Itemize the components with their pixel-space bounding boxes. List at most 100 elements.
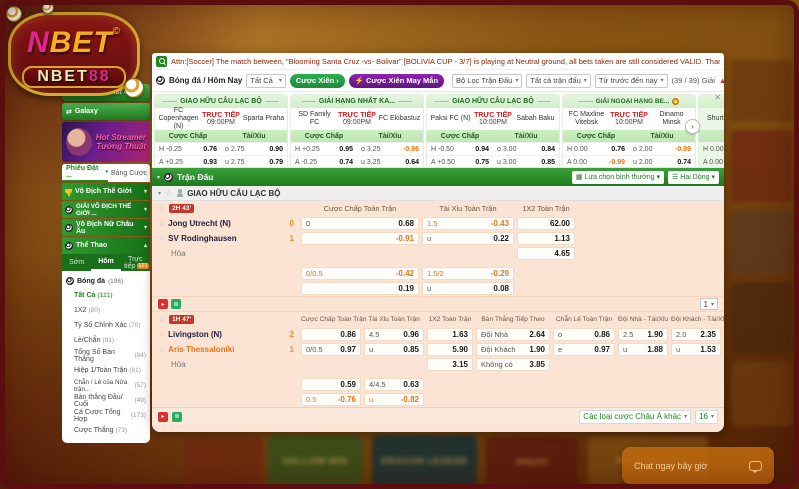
- sidebar-item-mix-bets[interactable]: Cá Cược Tổng Hợp(173): [62, 408, 150, 423]
- nbet88-logo[interactable]: NBET© NBET88: [8, 12, 140, 96]
- odds-cell[interactable]: 0.79: [261, 159, 287, 166]
- odds-cell[interactable]: 00.68: [301, 217, 419, 230]
- odds-cell[interactable]: 0/0.5-0.42: [301, 267, 419, 280]
- odds-cell[interactable]: 0/0.50.97: [301, 343, 361, 356]
- market-filter-select[interactable]: Tất Cả▾: [246, 74, 286, 88]
- odds-cell[interactable]: u0.85: [364, 343, 424, 356]
- odds-cell[interactable]: 0.84: [533, 146, 559, 153]
- favorite-star-icon[interactable]: ☆: [158, 219, 165, 228]
- live-stream-icon[interactable]: ▸: [158, 299, 168, 309]
- odds-cell[interactable]: 0.86: [301, 328, 361, 341]
- stats-icon[interactable]: ≣: [172, 412, 182, 422]
- odds-cell[interactable]: 4/4.50.63: [364, 378, 424, 391]
- date-range-select[interactable]: Từ trước đến nay▾: [595, 74, 668, 88]
- odds-cell[interactable]: 0.19: [301, 282, 419, 295]
- sidebar-item-outright[interactable]: Cược Thắng(73): [62, 423, 150, 438]
- odds-cell[interactable]: 0.90: [261, 146, 287, 153]
- favorite-star-icon[interactable]: ☆: [158, 204, 165, 213]
- odds-cell[interactable]: 1.5-0.43: [422, 217, 514, 230]
- tab-bet-board[interactable]: Bảng Cược: [108, 170, 150, 177]
- mix-parlay-button[interactable]: Cược Xiên›: [290, 74, 345, 88]
- odds-cell[interactable]: 4.65: [517, 247, 575, 260]
- carousel-next-button[interactable]: ›: [685, 119, 700, 134]
- chevron-down-icon[interactable]: ▾: [157, 174, 160, 181]
- tab-bet-slip[interactable]: Phiếu Đặt ...▾: [62, 164, 108, 182]
- sidebar-item-correct-score[interactable]: Tỷ Số Chính Xác(70): [62, 318, 150, 333]
- odds-cell[interactable]: u-0.82: [364, 393, 424, 406]
- odds-cell[interactable]: 62.00: [517, 217, 575, 230]
- hot-streamer-banner[interactable]: Hot StreamerTường Thuật: [62, 122, 150, 162]
- odds-cell[interactable]: 1.13: [517, 232, 575, 245]
- league-header[interactable]: ▾ ☆ GIAO HỮU CÂU LẠC BỘ: [152, 186, 724, 201]
- odds-cell[interactable]: 2.02.35: [671, 328, 721, 341]
- odds-cell[interactable]: -0.96: [397, 146, 423, 153]
- odds-cell[interactable]: 5.90: [427, 343, 473, 356]
- favorite-star-icon[interactable]: ☆: [158, 330, 165, 339]
- favorite-star-icon[interactable]: ☆: [158, 234, 165, 243]
- sidebar-item-all[interactable]: Tất Cả(121): [62, 288, 150, 303]
- odds-cell[interactable]: Đội Khách1.90: [476, 343, 550, 356]
- bet-count-select[interactable]: 16▾: [695, 410, 718, 424]
- sidebar-galaxy-button[interactable]: ⇄Galaxy: [62, 103, 150, 120]
- featured-match-card[interactable]: GIAO HỮU CÂU LẠC BỘ FC Copenhagen (N) TR…: [154, 94, 288, 168]
- odds-cell[interactable]: -0.99: [669, 146, 695, 153]
- odds-cell[interactable]: 0.74: [669, 159, 695, 166]
- tab-live[interactable]: Trực tiếp121: [121, 256, 150, 270]
- odds-cell[interactable]: 0.76: [195, 146, 221, 153]
- odds-cell[interactable]: u0.22: [422, 232, 514, 245]
- featured-match-card[interactable]: GIAO HỮU CÂU LẠC BỘ Paksi FC (N) TRỰC TI…: [426, 94, 560, 168]
- sidebar-item-first-last-goal[interactable]: Bàn thắng Đầu/ Cuối(49): [62, 393, 150, 408]
- other-asian-bets-select[interactable]: Các loại cược Châu Á khác▾: [579, 410, 691, 424]
- odds-cell[interactable]: u1.53: [671, 343, 721, 356]
- odds-cell[interactable]: o0.86: [553, 328, 615, 341]
- accordion-world-cup[interactable]: GIẢI VÔ ĐỊCH THẾ GIỚI ...▾: [62, 201, 150, 218]
- sidebar-item-half-odd-even[interactable]: Chẵn / Lẻ của Nửa trận...(57): [62, 378, 150, 393]
- chat-now-button[interactable]: Chat ngay bây giờ: [622, 447, 774, 484]
- odds-cell[interactable]: 0.64: [397, 159, 423, 166]
- live-stream-icon[interactable]: ▸: [158, 412, 168, 422]
- favorite-star-icon[interactable]: ☆: [158, 315, 165, 324]
- odds-cell[interactable]: u1.88: [618, 343, 668, 356]
- sidebar-item-total-goals[interactable]: Tổng Số Bàn Thắng(84): [62, 348, 150, 363]
- match-filter-select[interactable]: Bộ Lọc Trận Đấu▾: [452, 74, 522, 88]
- odds-cell[interactable]: 0.76: [603, 146, 629, 153]
- odds-cell[interactable]: Không có3.85: [476, 358, 550, 371]
- odds-cell[interactable]: 0.85: [533, 159, 559, 166]
- odds-cell[interactable]: 0.93: [195, 159, 221, 166]
- page-select[interactable]: 1▾: [700, 298, 718, 310]
- lucky-parlay-button[interactable]: ⚡Cược Xiên May Mắn: [349, 74, 444, 88]
- sort-icon[interactable]: ▲▼: [719, 76, 724, 85]
- view-mode-select[interactable]: ▦Lựa chọn bình thường▾: [572, 171, 664, 184]
- odds-cell[interactable]: u0.08: [422, 282, 514, 295]
- odds-cell[interactable]: e0.97: [553, 343, 615, 356]
- accordion-world-champ[interactable]: Vô Địch Thế Giới▾: [62, 183, 150, 200]
- sidebar-item-1x2[interactable]: 1X2(80): [62, 303, 150, 318]
- odds-cell[interactable]: 0.59: [301, 378, 361, 391]
- odds-cell[interactable]: 0.95: [331, 146, 357, 153]
- favorite-star-icon[interactable]: ☆: [165, 189, 172, 198]
- all-matches-select[interactable]: Tất cả trận đấu▾: [526, 74, 590, 88]
- accordion-sports[interactable]: Thể Thao▴: [62, 237, 150, 254]
- odds-cell[interactable]: 0.74: [331, 159, 357, 166]
- odds-cell[interactable]: 0.5-0.76: [301, 393, 361, 406]
- stats-icon[interactable]: ≣: [171, 299, 181, 309]
- odds-cell[interactable]: 1.63: [427, 328, 473, 341]
- sidebar-item-ht-ft[interactable]: Hiệp 1/Toàn Trận(61): [62, 363, 150, 378]
- featured-match-card[interactable]: GIẢI NGOẠI HẠNG BE... FC Maxline Vitebsk…: [562, 94, 696, 168]
- tab-early[interactable]: Sớm: [62, 259, 91, 266]
- odds-cell[interactable]: -0.99: [603, 159, 629, 166]
- odds-cell[interactable]: -0.91: [301, 232, 419, 245]
- odds-cell[interactable]: 4.50.96: [364, 328, 424, 341]
- odds-cell[interactable]: 1.5/2-0.29: [422, 267, 514, 280]
- featured-match-card[interactable]: GIẢI... Shurt... Cược Chấp H 0.00 A 0.00: [698, 94, 724, 168]
- tab-today[interactable]: Hôm Nay: [91, 254, 120, 271]
- odds-cell[interactable]: 0.75: [467, 159, 493, 166]
- row-mode-select[interactable]: ☰Hai Dòng▾: [668, 171, 719, 184]
- odds-cell[interactable]: 3.15: [427, 358, 473, 371]
- close-icon[interactable]: ✕: [714, 93, 721, 102]
- favorite-star-icon[interactable]: ☆: [158, 345, 165, 354]
- odds-cell[interactable]: 0.94: [467, 146, 493, 153]
- accordion-women-euro[interactable]: Vô Địch Nữ Châu Âu▾: [62, 219, 150, 236]
- odds-cell[interactable]: Đội Nhà2.64: [476, 328, 550, 341]
- odds-cell[interactable]: 2.51.90: [618, 328, 668, 341]
